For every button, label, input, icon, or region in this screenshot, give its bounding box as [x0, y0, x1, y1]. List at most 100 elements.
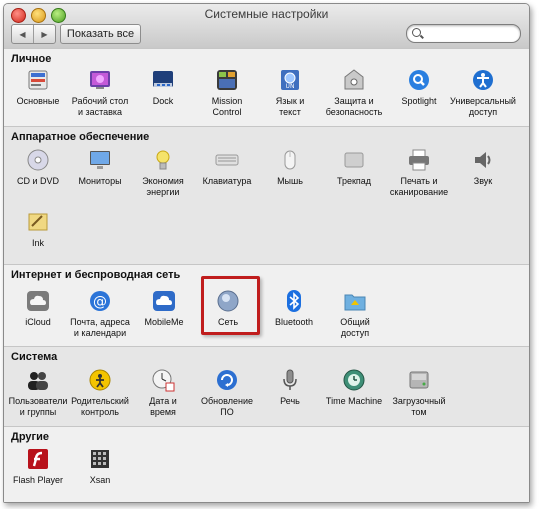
trackpad-icon: [342, 148, 366, 172]
pref-pane-label: Spotlight: [401, 96, 437, 106]
section-title: Система: [11, 351, 58, 363]
show-all-button[interactable]: Показать все: [60, 24, 141, 44]
search-icon: [412, 28, 421, 37]
pref-pane-general[interactable]: Основные: [6, 68, 70, 130]
pref-pane-software-update[interactable]: Обновление ПО: [195, 368, 259, 430]
sound-icon: [471, 148, 495, 172]
pref-pane-users-groups[interactable]: Пользователи и группы: [6, 368, 70, 430]
pref-pane-mail-contacts-calendars[interactable]: @ Почта, адреса и календари: [68, 289, 132, 351]
pref-pane-dock[interactable]: Dock: [131, 68, 195, 130]
pref-pane-label: Xsan: [89, 475, 111, 485]
pref-pane-trackpad[interactable]: Трекпад: [322, 148, 386, 210]
pref-pane-label: Загрузочный том: [392, 396, 446, 417]
pref-pane-label: Речь: [280, 396, 300, 406]
startup-disk-icon: [407, 368, 431, 392]
keyboard-icon: [215, 148, 239, 172]
pref-pane-label: Общий доступ: [340, 317, 370, 338]
pref-pane-label: Клавиатура: [202, 176, 252, 186]
date-time-icon: [151, 368, 175, 392]
desktop-screensaver-icon: [88, 68, 112, 92]
network-highlight-box: [201, 276, 260, 335]
forward-button[interactable]: ▶: [33, 25, 55, 43]
pref-pane-label: Язык и текст: [275, 96, 305, 117]
pref-pane-xsan[interactable]: Xsan: [68, 447, 132, 509]
back-button[interactable]: ◀: [12, 25, 33, 43]
pref-pane-label: Рабочий стол и заставка: [71, 96, 129, 117]
navigation-buttons: ◀ ▶: [11, 24, 56, 44]
pref-pane-ink[interactable]: Ink: [6, 210, 70, 272]
pref-pane-label: Звук: [473, 176, 493, 186]
pref-pane-mouse[interactable]: Мышь: [258, 148, 322, 210]
section-title: Аппаратное обеспечение: [11, 131, 150, 143]
mouse-icon: [278, 148, 302, 172]
security-icon: [342, 68, 366, 92]
title-bar: Системные настройки ◀ ▶ Показать все: [4, 4, 529, 49]
dock-icon: [151, 68, 175, 92]
pref-pane-label: Дата и время: [149, 396, 177, 417]
pref-pane-bluetooth[interactable]: Bluetooth: [262, 289, 326, 351]
pref-pane-date-time[interactable]: Дата и время: [131, 368, 195, 430]
parental-controls-icon: [88, 368, 112, 392]
icloud-icon: [26, 289, 50, 313]
window-title: Системные настройки: [204, 7, 329, 21]
xsan-icon: [88, 447, 112, 471]
ink-icon: [26, 210, 50, 234]
pref-pane-displays[interactable]: Мониторы: [68, 148, 132, 210]
mail-contacts-calendars-icon: @: [88, 289, 112, 313]
time-machine-icon: [342, 368, 366, 392]
mobileme-icon: [152, 289, 176, 313]
pref-pane-label: Мышь: [277, 176, 303, 186]
pref-pane-label: Time Machine: [325, 396, 383, 406]
pref-pane-time-machine[interactable]: Time Machine: [322, 368, 386, 430]
section-title: Личное: [11, 53, 52, 65]
pref-pane-label: Защита и безопасность: [325, 96, 383, 117]
pref-pane-label: Мониторы: [78, 176, 122, 186]
pref-pane-label: Родительский контроль: [71, 396, 129, 417]
pref-pane-spotlight[interactable]: Spotlight: [387, 68, 451, 130]
mission-control-icon: [215, 68, 239, 92]
spotlight-icon: [407, 68, 431, 92]
pref-pane-label: MobileMe: [144, 317, 184, 327]
pref-pane-mission-control[interactable]: Mission Control: [195, 68, 259, 130]
sharing-icon: [343, 289, 367, 313]
pref-pane-print-scan[interactable]: Печать и сканирование: [387, 148, 451, 210]
language-text-icon: UN: [278, 68, 302, 92]
pref-pane-sound[interactable]: Звук: [451, 148, 515, 210]
pref-pane-icloud[interactable]: iCloud: [6, 289, 70, 351]
flash-player-icon: [26, 447, 50, 471]
users-groups-icon: [26, 368, 50, 392]
pref-pane-speech[interactable]: Речь: [258, 368, 322, 430]
energy-saver-icon: [151, 148, 175, 172]
general-icon: [26, 68, 50, 92]
pref-pane-language-text[interactable]: UN Язык и текст: [258, 68, 322, 130]
pref-pane-keyboard[interactable]: Клавиатура: [195, 148, 259, 210]
pref-pane-desktop-screensaver[interactable]: Рабочий стол и заставка: [68, 68, 132, 130]
pref-pane-label: Трекпад: [336, 176, 372, 186]
pref-pane-parental-controls[interactable]: Родительский контроль: [68, 368, 132, 430]
svg-text:UN: UN: [286, 83, 295, 90]
search-input[interactable]: [425, 26, 519, 42]
pref-pane-sharing[interactable]: Общий доступ: [323, 289, 387, 351]
cd-dvd-icon: [26, 148, 50, 172]
pref-pane-label: Обновление ПО: [201, 396, 253, 417]
pref-pane-universal-access[interactable]: Универсальный доступ: [450, 68, 516, 130]
pref-pane-startup-disk[interactable]: Загрузочный том: [387, 368, 451, 430]
software-update-icon: [215, 368, 239, 392]
section-title: Другие: [11, 431, 49, 443]
pref-pane-label: Универсальный доступ: [450, 96, 516, 117]
print-scan-icon: [407, 148, 431, 172]
search-field[interactable]: [406, 24, 521, 43]
bluetooth-icon: [282, 289, 306, 313]
svg-text:@: @: [93, 294, 107, 310]
pref-pane-energy-saver[interactable]: Экономия энергии: [131, 148, 195, 210]
pref-pane-label: Ink: [31, 238, 44, 248]
pref-pane-label: Экономия энергии: [142, 176, 184, 197]
pref-pane-label: Mission Control: [211, 96, 243, 117]
pref-pane-label: Dock: [152, 96, 174, 106]
pref-pane-mobileme[interactable]: MobileMe: [132, 289, 196, 351]
pref-pane-security[interactable]: Защита и безопасность: [322, 68, 386, 130]
pref-pane-cd-dvd[interactable]: CD и DVD: [6, 148, 70, 210]
universal-access-icon: [471, 68, 495, 92]
pref-pane-flash-player[interactable]: Flash Player: [6, 447, 70, 509]
pref-pane-label: Почта, адреса и календари: [70, 317, 130, 338]
